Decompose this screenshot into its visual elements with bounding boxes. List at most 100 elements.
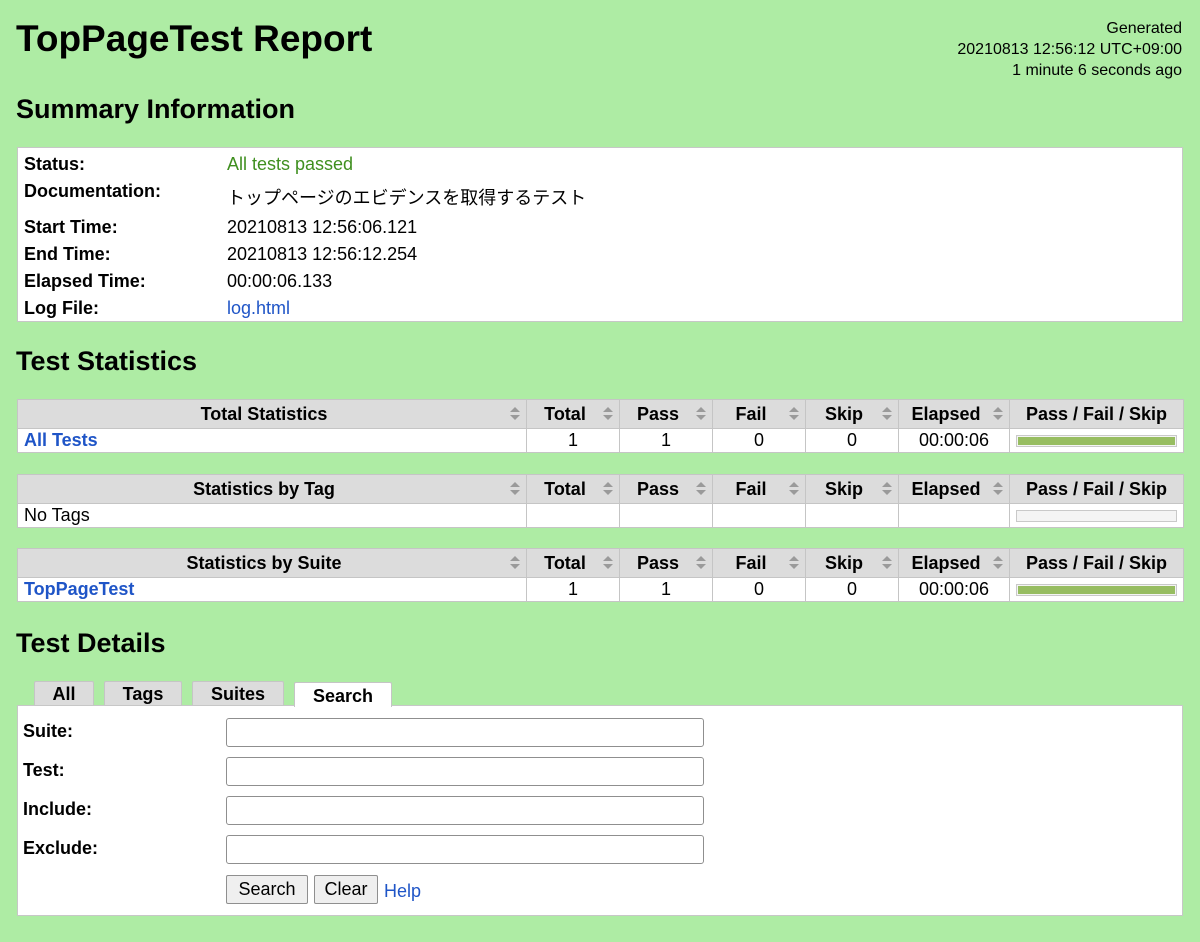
fail-header-label: Fail [735,478,767,499]
pass-cell [619,503,713,528]
test-field-label: Test: [23,760,65,780]
total-statistics-name-header[interactable]: Total Statistics [17,399,527,429]
test-search-input[interactable] [226,757,704,786]
details-heading: Test Details [16,628,166,658]
graph-header: Pass / Fail / Skip [1009,399,1184,429]
total-cell [526,503,620,528]
sort-icon [882,556,892,570]
graph-header: Pass / Fail / Skip [1009,548,1184,578]
total-header-label: Total [544,552,586,573]
sort-icon [696,407,706,421]
sort-icon [696,556,706,570]
search-button[interactable]: Search [226,875,308,904]
table-row: TopPageTest 1 1 0 0 00:00:06 [17,577,1184,602]
sort-icon [882,407,892,421]
elapsed-header-label: Elapsed [911,478,981,499]
sort-icon [603,482,613,496]
elapsed-header[interactable]: Elapsed [898,548,1010,578]
stat-name-cell: TopPageTest [17,577,527,602]
suite-statistics-header-row: Statistics by Suite Total Pass Fail Skip… [17,548,1184,578]
suite-search-input[interactable] [226,718,704,747]
skip-cell [805,503,899,528]
documentation-label: Documentation: [24,181,161,201]
pass-cell: 1 [619,577,713,602]
graph-header-label: Pass / Fail / Skip [1025,552,1168,573]
graph-cell [1009,577,1184,602]
elapsed-cell: 00:00:06 [898,428,1010,453]
total-statistics-table: Total Statistics Total Pass Fail Skip El… [17,399,1184,453]
log-file-label: Log File: [24,298,99,318]
start-time-value: 20210813 12:56:06.121 [227,217,418,237]
suite-link[interactable]: TopPageTest [24,579,134,599]
tag-statistics-name-header[interactable]: Statistics by Tag [17,474,527,504]
report-title: TopPageTest Report [16,18,373,59]
empty-bar [1016,509,1177,522]
fail-header-label: Fail [735,403,767,424]
elapsed-header[interactable]: Elapsed [898,399,1010,429]
log-file-link[interactable]: log.html [227,298,290,319]
exclude-search-input[interactable] [226,835,704,864]
status-value: All tests passed [227,154,354,174]
suite-statistics-name-header[interactable]: Statistics by Suite [17,548,527,578]
generated-datetime: 20210813 12:56:12 UTC+09:00 [957,41,1182,58]
fail-header[interactable]: Fail [712,548,806,578]
sort-icon [696,482,706,496]
sort-icon [510,556,520,570]
statistics-heading: Test Statistics [16,346,198,376]
suite-statistics-header-label: Statistics by Suite [186,552,342,573]
fail-header[interactable]: Fail [712,399,806,429]
total-cell: 1 [526,428,620,453]
tab-all[interactable]: All [34,681,94,705]
pass-bar [1018,436,1175,445]
include-field-label: Include: [23,799,93,819]
elapsed-time-label: Elapsed Time: [24,271,146,291]
tab-tags[interactable]: Tags [104,681,182,705]
help-link[interactable]: Help [384,881,421,902]
sort-icon [993,556,1003,570]
fail-cell [712,503,806,528]
pass-cell: 1 [619,428,713,453]
sort-icon [603,556,613,570]
pass-header[interactable]: Pass [619,399,713,429]
pass-header[interactable]: Pass [619,474,713,504]
tab-suites[interactable]: Suites [192,681,284,705]
table-row: All Tests 1 1 0 0 00:00:06 [17,428,1184,453]
skip-header-label: Skip [824,478,863,499]
end-time-value: 20210813 12:56:12.254 [227,244,418,264]
total-header-label: Total [544,403,586,424]
total-header[interactable]: Total [526,474,620,504]
total-header[interactable]: Total [526,399,620,429]
documentation-value: トップページのエビデンスを取得するテスト [227,188,587,208]
skip-header[interactable]: Skip [805,474,899,504]
clear-button[interactable]: Clear [314,875,378,904]
elapsed-cell [898,503,1010,528]
all-tests-link[interactable]: All Tests [24,430,98,450]
pass-fail-skip-bar [1016,434,1177,447]
sort-icon [510,407,520,421]
tab-search[interactable]: Search [294,682,392,707]
sort-icon [789,482,799,496]
include-search-input[interactable] [226,796,704,825]
generated-relative: 1 minute 6 seconds ago [1012,62,1182,79]
total-header[interactable]: Total [526,548,620,578]
elapsed-header[interactable]: Elapsed [898,474,1010,504]
graph-header: Pass / Fail / Skip [1009,474,1184,504]
sort-icon [510,482,520,496]
total-statistics-header-label: Total Statistics [200,403,328,424]
sort-icon [603,407,613,421]
fail-header[interactable]: Fail [712,474,806,504]
sort-icon [789,407,799,421]
tag-statistics-table: Statistics by Tag Total Pass Fail Skip E… [17,474,1184,528]
fail-cell: 0 [712,428,806,453]
status-label: Status: [24,154,86,174]
skip-header[interactable]: Skip [805,548,899,578]
graph-header-label: Pass / Fail / Skip [1025,403,1168,424]
pass-header[interactable]: Pass [619,548,713,578]
skip-header[interactable]: Skip [805,399,899,429]
pass-header-label: Pass [636,552,680,573]
sort-icon [993,482,1003,496]
elapsed-header-label: Elapsed [911,552,981,573]
pass-header-label: Pass [636,478,680,499]
skip-cell: 0 [805,577,899,602]
graph-cell [1009,503,1184,528]
